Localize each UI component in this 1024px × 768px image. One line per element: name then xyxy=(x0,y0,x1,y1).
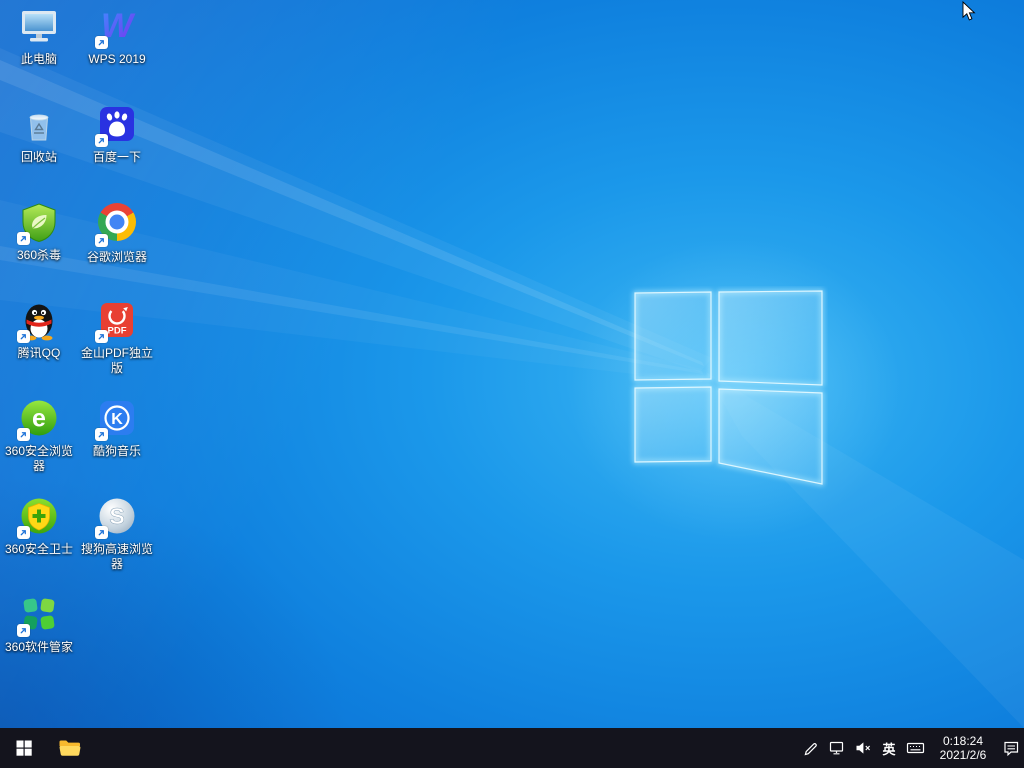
action-center-button[interactable] xyxy=(998,728,1024,768)
shortcut-arrow-icon xyxy=(17,624,30,637)
icon-label: 百度一下 xyxy=(79,150,155,165)
ime-indicator[interactable]: 英 xyxy=(876,728,902,768)
taskbar-clock[interactable]: 0:18:24 2021/2/6 xyxy=(928,728,998,768)
svg-text:S: S xyxy=(109,503,124,529)
clock-time: 0:18:24 xyxy=(928,734,998,748)
action-center-icon xyxy=(1002,739,1020,757)
clock-date: 2021/2/6 xyxy=(928,748,998,762)
desktop-icon-baidu[interactable]: 百度一下 xyxy=(79,103,155,165)
shortcut-arrow-icon xyxy=(95,234,108,247)
icon-label: 360安全卫士 xyxy=(1,542,77,557)
folder-icon xyxy=(58,738,82,758)
shortcut-arrow-icon xyxy=(95,36,108,49)
windows-logo-glow xyxy=(505,180,965,600)
system-tray: 英 0:18:24 2021/2/6 xyxy=(798,728,1024,768)
icon-label: 金山PDF独立版 xyxy=(79,346,155,376)
shortcut-arrow-icon xyxy=(17,330,30,343)
shortcut-arrow-icon xyxy=(17,428,30,441)
desktop-icon-kingsoft-pdf[interactable]: PDF 金山PDF独立版 xyxy=(79,299,155,376)
pen-icon xyxy=(802,739,820,757)
shortcut-arrow-icon xyxy=(17,232,30,245)
taskbar: 英 0:18:24 2021/2/6 xyxy=(0,728,1024,768)
shortcut-arrow-icon xyxy=(95,428,108,441)
wps-2019-icon: W xyxy=(95,5,139,49)
svg-text:K: K xyxy=(111,411,123,428)
start-button[interactable] xyxy=(0,728,48,768)
icon-label: WPS 2019 xyxy=(79,52,155,67)
360-safeguard-icon xyxy=(17,495,61,539)
recycle-bin-icon xyxy=(17,103,61,147)
desktop-icon-360-antivirus[interactable]: 360杀毒 xyxy=(1,201,77,263)
kingsoft-pdf-icon: PDF xyxy=(95,299,139,343)
icon-label: 谷歌浏览器 xyxy=(79,250,155,265)
desktop-icon-360-safeguard[interactable]: 360安全卫士 xyxy=(1,495,77,557)
this-pc-icon xyxy=(17,5,61,49)
pen-tray-button[interactable] xyxy=(798,728,824,768)
desktop-icon-wps-2019[interactable]: W WPS 2019 xyxy=(79,5,155,67)
desktop-icon-chrome[interactable]: 谷歌浏览器 xyxy=(79,201,155,265)
shortcut-arrow-icon xyxy=(95,330,108,343)
baidu-icon xyxy=(95,103,139,147)
windows-wallpaper-logo xyxy=(628,286,828,491)
keyboard-icon xyxy=(906,739,925,757)
network-icon xyxy=(828,739,846,757)
desktop-icon-this-pc[interactable]: 此电脑 xyxy=(1,5,77,67)
chrome-icon xyxy=(95,203,139,247)
shortcut-arrow-icon xyxy=(95,134,108,147)
speaker-muted-icon xyxy=(854,739,872,757)
file-explorer-button[interactable] xyxy=(48,728,92,768)
desktop-icon-360-software[interactable]: 360软件管家 xyxy=(1,593,77,655)
shortcut-arrow-icon xyxy=(95,526,108,539)
icon-label: 酷狗音乐 xyxy=(79,444,155,459)
desktop-icon-sogou-browser[interactable]: S 搜狗高速浏览器 xyxy=(79,495,155,572)
360-software-icon xyxy=(17,593,61,637)
icon-label: 搜狗高速浏览器 xyxy=(79,542,155,572)
icon-label: 360安全浏览器 xyxy=(1,444,77,474)
desktop-icon-recycle-bin[interactable]: 回收站 xyxy=(1,103,77,165)
360-antivirus-icon xyxy=(17,201,61,245)
icon-label: 回收站 xyxy=(1,150,77,165)
icon-label: 360软件管家 xyxy=(1,640,77,655)
windows-start-icon xyxy=(16,740,32,756)
volume-tray-button[interactable] xyxy=(850,728,876,768)
kugou-music-icon: K xyxy=(95,397,139,441)
desktop-wallpaper[interactable]: 此电脑 W WPS 2019 回收站 xyxy=(0,0,1024,728)
icon-label: 360杀毒 xyxy=(1,248,77,263)
desktop-icon-360-browser[interactable]: e 360安全浏览器 xyxy=(1,397,77,474)
network-tray-button[interactable] xyxy=(824,728,850,768)
svg-text:e: e xyxy=(32,405,46,433)
icon-label: 腾讯QQ xyxy=(1,346,77,361)
desktop-icon-tencent-qq[interactable]: 腾讯QQ xyxy=(1,299,77,361)
touch-keyboard-button[interactable] xyxy=(902,728,928,768)
sogou-browser-icon: S xyxy=(95,495,139,539)
icon-label: 此电脑 xyxy=(1,52,77,67)
qq-icon xyxy=(17,299,61,343)
svg-text:PDF: PDF xyxy=(108,326,127,337)
shortcut-arrow-icon xyxy=(17,526,30,539)
360-browser-icon: e xyxy=(17,397,61,441)
desktop-icon-kugou-music[interactable]: K 酷狗音乐 xyxy=(79,397,155,459)
